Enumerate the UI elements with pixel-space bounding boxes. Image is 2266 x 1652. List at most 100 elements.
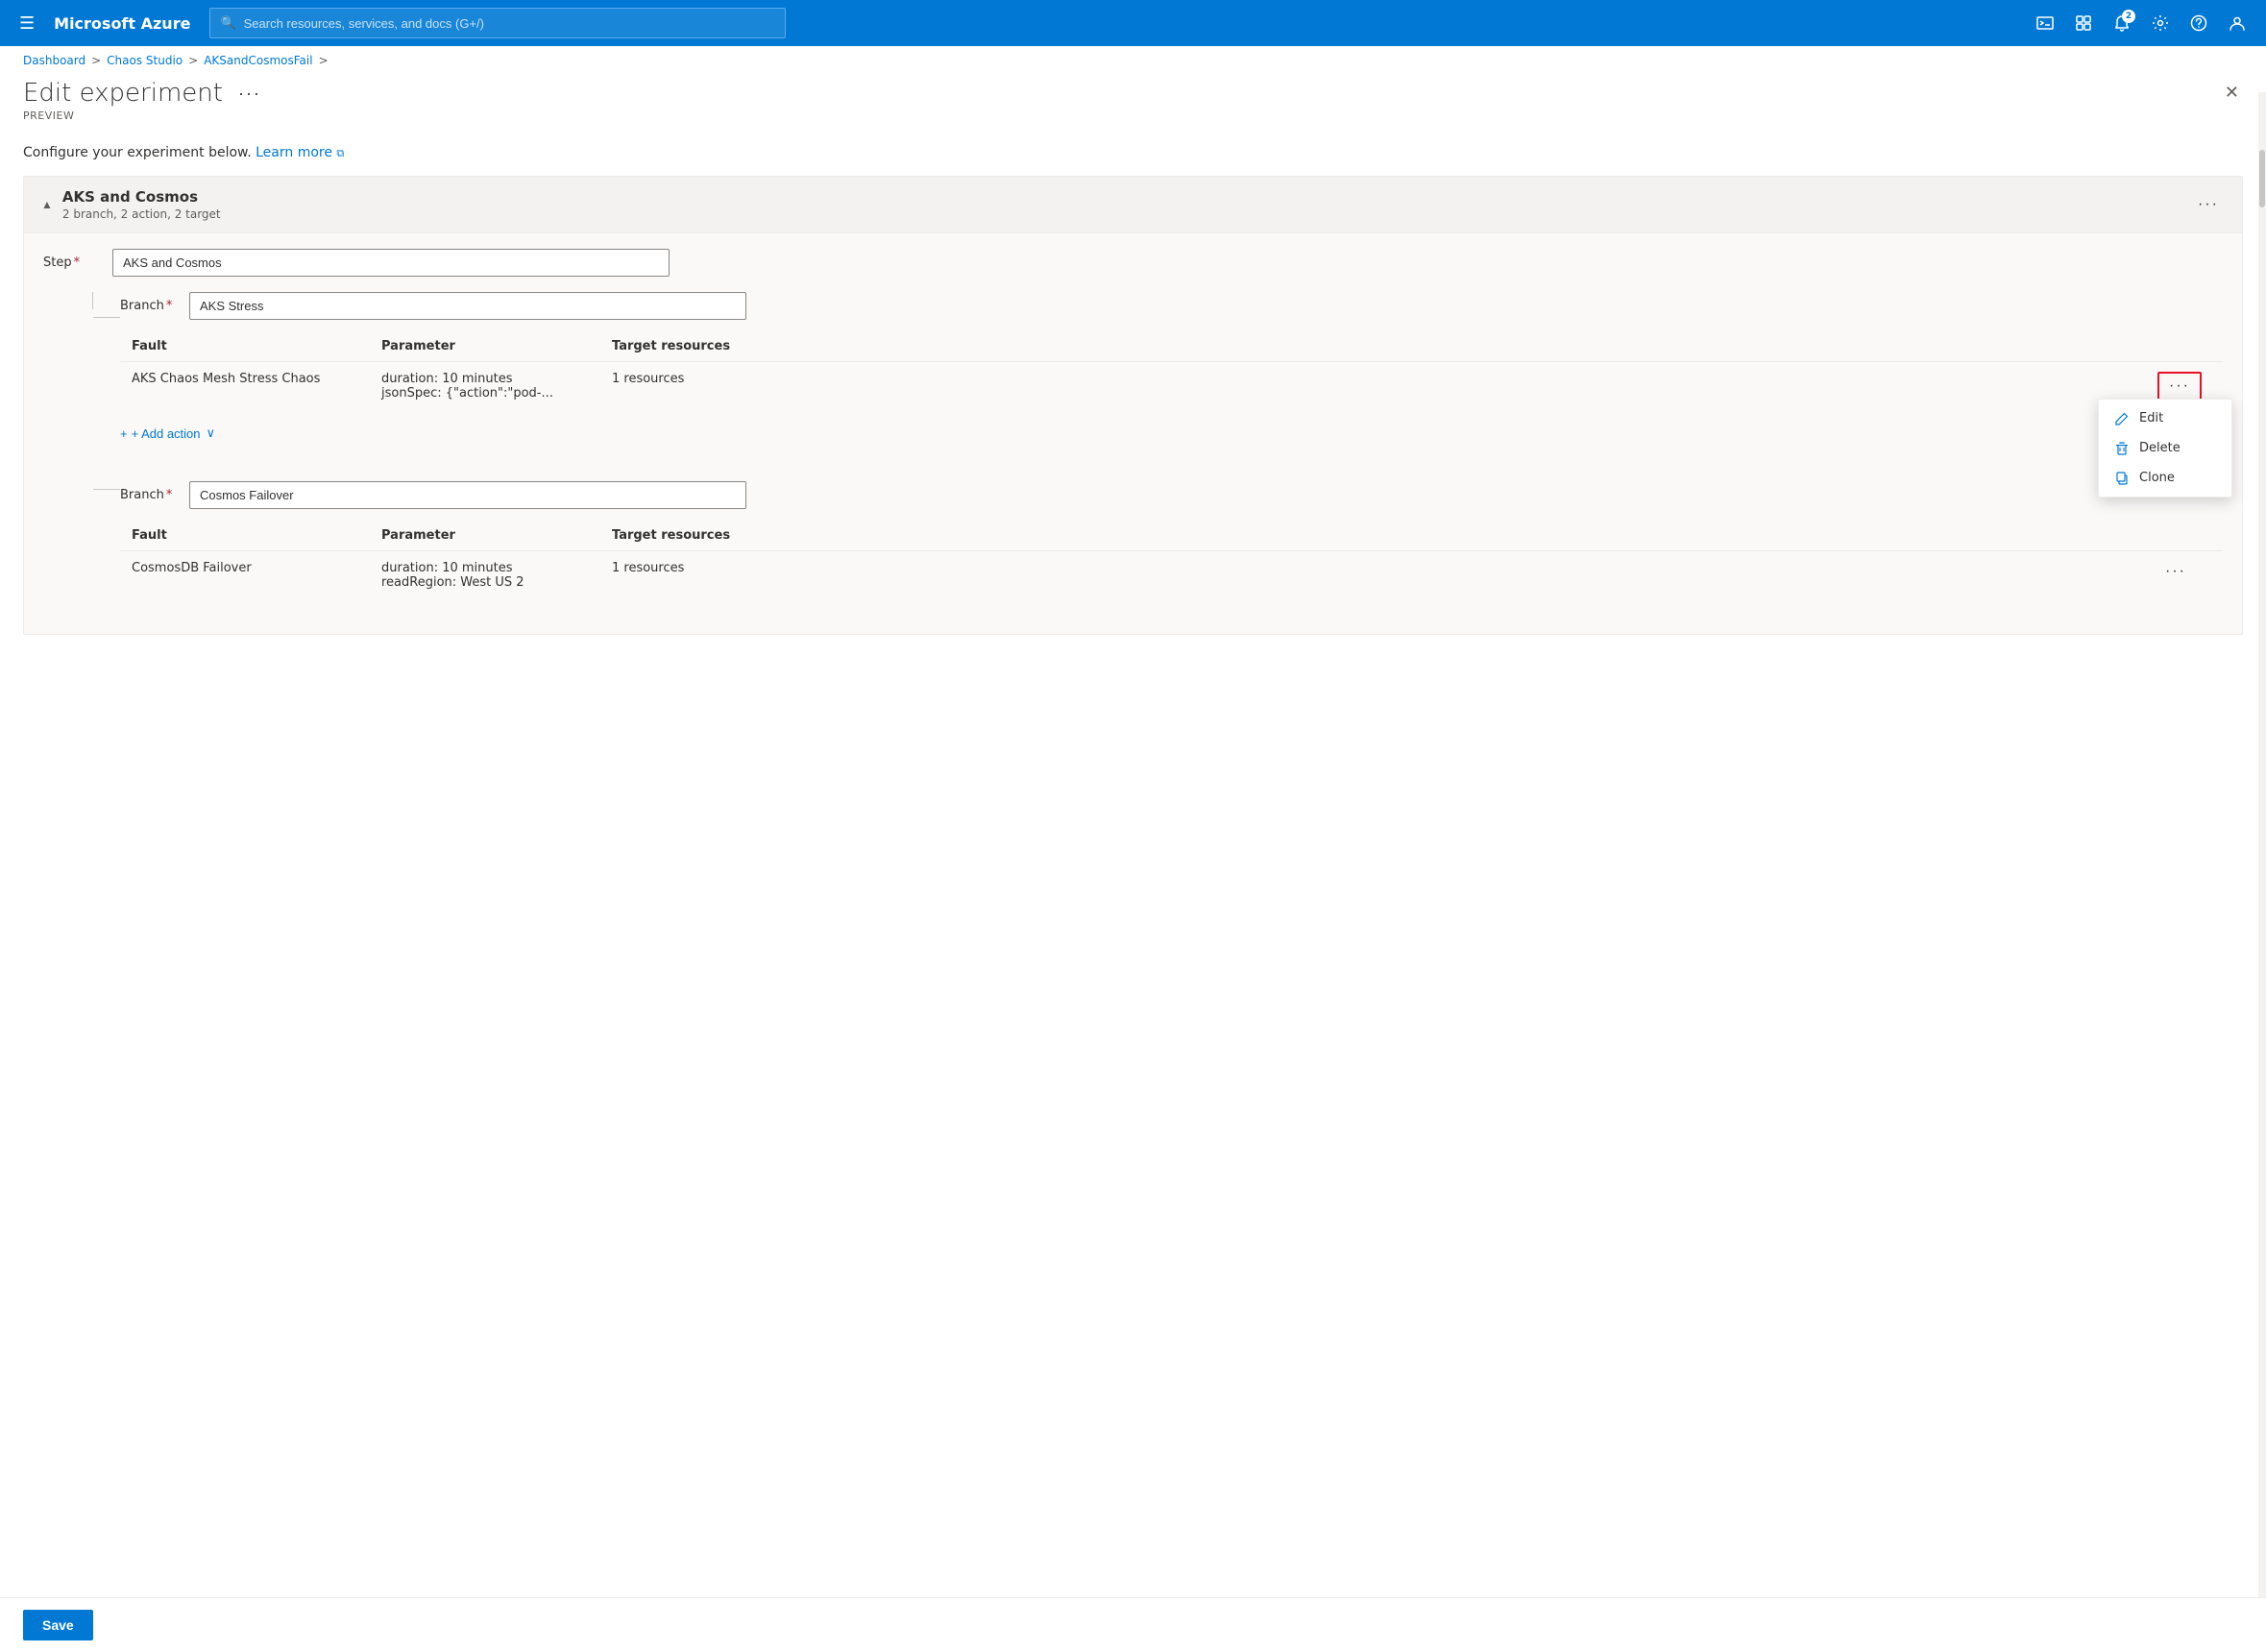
branch-1-content: Branch* Fault Parameter Target resources — [120, 292, 2223, 449]
fault-param-line-2: jsonSpec: {"action":"pod-... — [381, 386, 589, 401]
breadcrumb-dashboard[interactable]: Dashboard — [23, 54, 85, 67]
fault-more-button-1[interactable]: ··· — [2157, 372, 2202, 401]
step-card-header: ▲ AKS and Cosmos 2 branch, 2 action, 2 t… — [24, 177, 2242, 233]
branch-aks-row: Branch* Fault Parameter Target resources — [43, 292, 2223, 449]
hamburger-button[interactable]: ☰ — [12, 10, 42, 37]
topbar: ☰ Microsoft Azure 🔍 2 — [0, 0, 2266, 46]
fault-name-2: CosmosDB Failover — [120, 551, 370, 600]
step-collapse-button[interactable]: ▲ — [39, 196, 55, 213]
fault-more-button-2[interactable]: ··· — [2157, 561, 2194, 582]
close-button[interactable]: ✕ — [2221, 79, 2243, 107]
scrollbar-track — [2258, 92, 2266, 1652]
menu-item-clone[interactable]: Clone — [2099, 463, 2231, 493]
fault-param-line-1: duration: 10 minutes — [381, 372, 589, 386]
breadcrumb-sep-3: > — [319, 54, 329, 67]
fault-params-1: duration: 10 minutes jsonSpec: {"action"… — [370, 362, 600, 411]
azure-logo: Microsoft Azure — [54, 14, 190, 33]
save-bar: Save — [0, 1597, 2266, 1652]
step-info: AKS and Cosmos 2 branch, 2 action, 2 tar… — [62, 188, 221, 221]
step-field-input[interactable] — [112, 249, 670, 277]
v-line-1 — [92, 292, 93, 309]
chevron-down-icon: ∨ — [207, 425, 216, 441]
step-body: Step* — [24, 233, 2242, 634]
fault-table-1-body: AKS Chaos Mesh Stress Chaos duration: 10… — [120, 362, 2223, 411]
menu-item-edit[interactable]: Edit — [2099, 403, 2231, 433]
branch-1-input[interactable] — [189, 292, 746, 320]
menu-delete-label: Delete — [2139, 441, 2181, 455]
menu-clone-label: Clone — [2139, 471, 2175, 485]
page-title: Edit experiment ··· — [23, 79, 267, 108]
branch-2-input[interactable] — [189, 481, 746, 509]
col-actions-2 — [2146, 521, 2223, 551]
fault-param-line-3: duration: 10 minutes — [381, 561, 589, 575]
fault-param-line-4: readRegion: West US 2 — [381, 575, 589, 590]
step-card: ▲ AKS and Cosmos 2 branch, 2 action, 2 t… — [23, 176, 2243, 635]
step-more-button[interactable]: ··· — [2190, 194, 2227, 215]
search-input[interactable] — [244, 16, 776, 31]
help-icon[interactable] — [2181, 6, 2216, 40]
col-fault-1: Fault — [120, 331, 370, 362]
table-row: CosmosDB Failover duration: 10 minutes r… — [120, 551, 2223, 600]
page-more-button[interactable]: ··· — [232, 82, 267, 106]
add-icon: + — [120, 426, 128, 441]
fault-targets-2: 1 resources — [600, 551, 2146, 600]
learn-more-link[interactable]: Learn more ⧉ — [256, 145, 344, 160]
h-line-2 — [93, 489, 120, 490]
branch-1-field-row: Branch* — [120, 292, 2223, 320]
scrollbar-thumb[interactable] — [2259, 150, 2265, 207]
step-subtitle: 2 branch, 2 action, 2 target — [62, 207, 221, 221]
add-action-button-1[interactable]: + + Add action ∨ — [120, 422, 215, 445]
page-subtitle: PREVIEW — [23, 109, 267, 122]
portal-menu-icon[interactable] — [2066, 6, 2101, 40]
branch-2-field-row: Branch* — [120, 481, 2223, 509]
col-parameter-2: Parameter — [370, 521, 600, 551]
step-field-row: Step* — [43, 249, 2223, 277]
fault-table-1: Fault Parameter Target resources AKS Cha… — [120, 331, 2223, 410]
table-row: AKS Chaos Mesh Stress Chaos duration: 10… — [120, 362, 2223, 411]
notifications-icon[interactable]: 2 — [2105, 6, 2139, 40]
fault-table-2-header: Fault Parameter Target resources — [120, 521, 2223, 551]
save-button[interactable]: Save — [23, 1610, 93, 1640]
terminal-icon[interactable] — [2028, 6, 2062, 40]
search-bar: 🔍 — [209, 8, 786, 38]
page-title-text: Edit experiment — [23, 79, 223, 108]
breadcrumb-experiment[interactable]: AKSandCosmosFail — [204, 54, 312, 67]
edit-icon — [2114, 412, 2130, 425]
clone-icon — [2114, 472, 2130, 485]
settings-icon[interactable] — [2143, 6, 2178, 40]
branch-cosmos-row: Branch* Fault Parameter Target resources — [43, 481, 2223, 611]
fault-table-2: Fault Parameter Target resources CosmosD… — [120, 521, 2223, 599]
notification-badge: 2 — [2122, 10, 2135, 23]
step-header-actions: ··· — [2190, 194, 2227, 215]
fault-params-2: duration: 10 minutes readRegion: West US… — [370, 551, 600, 600]
menu-item-delete[interactable]: Delete — [2099, 433, 2231, 463]
delete-icon — [2114, 442, 2130, 455]
breadcrumb-chaos-studio[interactable]: Chaos Studio — [107, 54, 183, 67]
fault-row-actions-2: ··· — [2146, 551, 2223, 600]
page-container: Dashboard > Chaos Studio > AKSandCosmosF… — [0, 46, 2266, 1652]
h-line-1 — [93, 317, 120, 318]
col-actions-1 — [2146, 331, 2223, 362]
breadcrumb-sep-1: > — [91, 54, 101, 67]
col-fault-2: Fault — [120, 521, 370, 551]
branch-2-more-area: ··· — [43, 456, 2223, 477]
context-menu: Edit Delete — [2098, 399, 2232, 498]
configure-text: Configure your experiment below. — [23, 145, 252, 160]
breadcrumb: Dashboard > Chaos Studio > AKSandCosmosF… — [0, 46, 2266, 75]
col-parameter-1: Parameter — [370, 331, 600, 362]
branch-connector-2 — [43, 481, 120, 497]
fault-row-actions-1: ··· Edit — [2146, 362, 2223, 411]
h-connector-1 — [93, 309, 120, 325]
profile-icon[interactable] — [2220, 6, 2254, 40]
step-field-label: Step* — [43, 255, 101, 270]
page-title-area: Edit experiment ··· PREVIEW — [23, 79, 267, 122]
info-bar: Configure your experiment below. Learn m… — [0, 137, 2266, 176]
h-connector-2 — [93, 481, 120, 497]
hamburger-icon: ☰ — [19, 13, 35, 34]
branch-2-label: Branch* — [120, 488, 178, 502]
fault-table-2-body: CosmosDB Failover duration: 10 minutes r… — [120, 551, 2223, 600]
topbar-icons: 2 — [2028, 6, 2254, 40]
branch-1-label: Branch* — [120, 299, 178, 313]
required-indicator: * — [74, 255, 81, 270]
search-icon: 🔍 — [220, 16, 235, 31]
